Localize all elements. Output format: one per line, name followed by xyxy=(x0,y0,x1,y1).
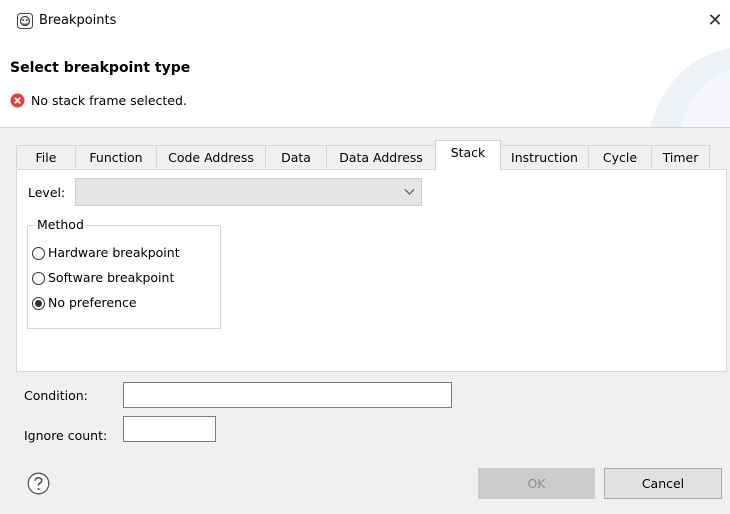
tab-data-address[interactable]: Data Address xyxy=(326,145,436,168)
breakpoints-dialog: Breakpoints ✕ Select breakpoint type No … xyxy=(0,0,730,514)
tab-timer[interactable]: Timer xyxy=(651,145,710,168)
tab-code-address[interactable]: Code Address xyxy=(156,145,266,168)
method-group: Method Hardware breakpoint Software brea… xyxy=(27,217,221,329)
help-icon[interactable] xyxy=(27,472,50,495)
software-breakpoint-radio[interactable] xyxy=(32,272,45,285)
hardware-breakpoint-radio[interactable] xyxy=(32,247,45,260)
stack-tab-panel: Level: Method Hardware breakpoint Softwa… xyxy=(16,169,727,372)
no-preference-label: No preference xyxy=(48,295,137,310)
window-title: Breakpoints xyxy=(39,13,117,28)
condition-input[interactable] xyxy=(123,382,452,408)
method-legend: Method xyxy=(35,217,86,232)
software-breakpoint-label: Software breakpoint xyxy=(48,270,175,285)
wizard-header: Select breakpoint type No stack frame se… xyxy=(0,40,730,128)
condition-label: Condition: xyxy=(24,388,88,403)
ignore-count-label: Ignore count: xyxy=(24,428,108,443)
error-message: No stack frame selected. xyxy=(31,93,187,108)
close-icon: ✕ xyxy=(707,10,723,31)
tab-function[interactable]: Function xyxy=(75,145,157,168)
ignore-count-input[interactable] xyxy=(123,416,216,442)
tab-instruction[interactable]: Instruction xyxy=(500,145,589,168)
level-label: Level: xyxy=(28,185,66,200)
no-preference-radio[interactable] xyxy=(32,297,45,310)
page-title: Select breakpoint type xyxy=(10,60,191,76)
tab-stack[interactable]: Stack xyxy=(435,140,501,170)
hardware-breakpoint-label: Hardware breakpoint xyxy=(48,245,180,260)
title-bar: Breakpoints ✕ xyxy=(0,0,730,40)
tab-file[interactable]: File xyxy=(16,145,76,168)
ok-button[interactable]: OK xyxy=(478,468,595,499)
chevron-down-icon xyxy=(404,189,415,195)
close-button[interactable]: ✕ xyxy=(704,10,726,32)
tab-cycle[interactable]: Cycle xyxy=(588,145,652,168)
error-icon xyxy=(10,93,25,108)
dialog-body: File Function Code Address Data Data Add… xyxy=(0,128,730,514)
cancel-button[interactable]: Cancel xyxy=(604,468,722,499)
header-decoration xyxy=(650,48,730,127)
tab-data[interactable]: Data xyxy=(265,145,327,168)
breakpoints-app-icon xyxy=(17,13,33,29)
level-dropdown[interactable] xyxy=(75,178,422,206)
